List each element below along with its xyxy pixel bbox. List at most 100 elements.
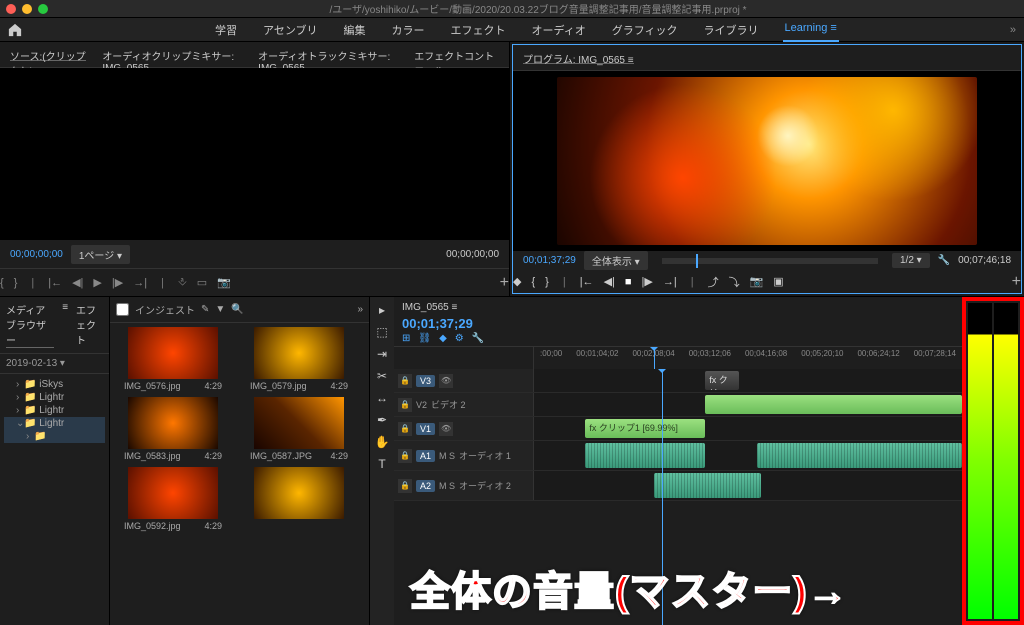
new-icon[interactable]: ✎: [201, 304, 209, 315]
settings-icon[interactable]: ⚙: [455, 333, 464, 344]
timeline-timecode[interactable]: 00;01;37;29: [402, 316, 954, 331]
hand-tool-icon[interactable]: ✋: [375, 435, 390, 449]
program-zoom-drop[interactable]: 1/2 ▾: [892, 253, 930, 268]
track-select-tool-icon[interactable]: ⬚: [376, 325, 387, 339]
add-button-icon[interactable]: +: [1012, 273, 1021, 291]
ws-learn[interactable]: 学習: [213, 18, 239, 42]
go-in-icon[interactable]: |←: [580, 276, 594, 288]
mark-out-icon[interactable]: }: [14, 277, 18, 289]
track-label[interactable]: A2: [416, 480, 435, 492]
ws-effects[interactable]: エフェクト: [449, 18, 508, 42]
ws-assembly[interactable]: アセンブリ: [261, 18, 319, 42]
lock-icon[interactable]: 🔒: [398, 374, 412, 388]
audio-clip[interactable]: [757, 443, 962, 468]
razor-tool-icon[interactable]: ✂: [377, 369, 387, 383]
clip[interactable]: fx クリップ2 [20%]: [705, 371, 739, 390]
go-in-icon[interactable]: |←: [48, 277, 62, 289]
type-tool-icon[interactable]: T: [378, 457, 385, 471]
selection-tool-icon[interactable]: ▸: [379, 303, 385, 317]
program-scrubber[interactable]: [662, 258, 878, 264]
compare-icon[interactable]: ▣: [773, 275, 783, 288]
eye-icon[interactable]: 👁: [439, 422, 453, 436]
step-fwd-icon[interactable]: |▶: [112, 276, 123, 289]
sequence-tab[interactable]: IMG_0565: [402, 302, 449, 313]
clip[interactable]: [705, 395, 962, 414]
folder-date[interactable]: 2019-02-13: [6, 358, 57, 369]
tab-audio-clip-mixer[interactable]: オーディオクリップミキサー: IMG_0565: [102, 48, 242, 61]
thumb-item[interactable]: IMG_0583.jpg4:29: [114, 397, 232, 463]
thumb-item[interactable]: IMG_0576.jpg4:29: [114, 327, 232, 393]
ws-learning[interactable]: Learning ≡: [783, 18, 839, 42]
mark-in-icon[interactable]: {: [0, 277, 4, 289]
track-label[interactable]: V3: [416, 375, 435, 387]
stop-icon[interactable]: ■: [625, 276, 632, 288]
mark-out-icon[interactable]: }: [545, 276, 549, 288]
step-fwd-icon[interactable]: |▶: [642, 275, 653, 288]
lift-icon[interactable]: ⤴: [708, 274, 719, 290]
tree-item[interactable]: ⌄📁 Lightr: [4, 417, 105, 430]
ws-audio[interactable]: オーディオ: [530, 18, 588, 42]
close-window[interactable]: [6, 4, 16, 14]
ripple-tool-icon[interactable]: ⇥: [377, 347, 387, 361]
thumb-item[interactable]: [240, 467, 358, 533]
export-frame-icon[interactable]: 📷: [217, 276, 231, 289]
tab-source[interactable]: ソース:(クリップなし): [10, 48, 86, 61]
link-icon[interactable]: ⛓: [418, 333, 431, 344]
thumb-item[interactable]: IMG_0587.JPG4:29: [240, 397, 358, 463]
overwrite-icon[interactable]: ▭: [197, 276, 207, 289]
ingest-checkbox[interactable]: [116, 303, 129, 316]
wrench-icon[interactable]: 🔧: [472, 333, 484, 344]
go-out-icon[interactable]: →|: [663, 276, 677, 288]
tab-effects[interactable]: エフェクト: [76, 302, 103, 348]
insert-icon[interactable]: ⎀: [178, 276, 187, 289]
thumb-item[interactable]: IMG_0592.jpg4:29: [114, 467, 232, 533]
go-out-icon[interactable]: →|: [133, 277, 147, 289]
minimize-window[interactable]: [22, 4, 32, 14]
step-back-icon[interactable]: ◀|: [604, 275, 615, 288]
playhead[interactable]: [654, 347, 655, 369]
lock-icon[interactable]: 🔒: [398, 479, 412, 493]
time-ruler[interactable]: :00;0000;01;04;0200;02;08;0400;03;12;060…: [534, 347, 962, 369]
step-back-icon[interactable]: ◀|: [72, 276, 83, 289]
play-icon[interactable]: ▶: [93, 276, 101, 289]
tab-media-browser[interactable]: メディアブラウザー: [6, 302, 54, 348]
lock-icon[interactable]: 🔒: [398, 449, 412, 463]
search-icon[interactable]: 🔍: [231, 304, 243, 315]
tree-item[interactable]: ›📁 iSkys: [4, 378, 105, 391]
program-fit-drop[interactable]: 全体表示 ▾: [584, 251, 648, 270]
filter-icon[interactable]: ▼: [215, 304, 225, 315]
tree-item[interactable]: ›📁 Lightr: [4, 391, 105, 404]
ws-color[interactable]: カラー: [390, 18, 427, 42]
tab-effect-controls[interactable]: エフェクトコントロール: [414, 48, 499, 61]
clip[interactable]: fx クリップ1 [69.99%]: [585, 419, 705, 438]
audio-clip[interactable]: [585, 443, 705, 468]
program-tab[interactable]: プログラム: IMG_0565 ≡: [523, 51, 634, 64]
source-page-drop[interactable]: 1ページ ▾: [71, 245, 130, 264]
ws-library[interactable]: ライブラリ: [702, 18, 761, 42]
workspace-overflow[interactable]: »: [1010, 24, 1016, 36]
lock-icon[interactable]: 🔒: [398, 398, 412, 412]
eye-icon[interactable]: 👁: [439, 374, 453, 388]
marker-icon[interactable]: ◆: [513, 275, 521, 288]
ws-graphics[interactable]: グラフィック: [610, 18, 680, 42]
audio-clip[interactable]: [654, 473, 761, 498]
track-label[interactable]: A1: [416, 450, 435, 462]
mark-in-icon[interactable]: {: [531, 276, 535, 288]
lock-icon[interactable]: 🔒: [398, 422, 412, 436]
track-label[interactable]: V2: [416, 400, 427, 410]
ws-edit[interactable]: 編集: [342, 18, 368, 42]
zoom-window[interactable]: [38, 4, 48, 14]
track-label[interactable]: V1: [416, 423, 435, 435]
add-button-icon[interactable]: +: [500, 274, 509, 292]
slip-tool-icon[interactable]: ↔: [376, 391, 388, 405]
thumb-item[interactable]: IMG_0579.jpg4:29: [240, 327, 358, 393]
marker-icon[interactable]: ◆: [439, 333, 447, 344]
export-frame-icon[interactable]: 📷: [750, 275, 764, 288]
extract-icon[interactable]: ⤵: [729, 274, 740, 290]
snap-icon[interactable]: ⊞: [402, 333, 410, 344]
menu-icon[interactable]: »: [357, 304, 363, 315]
tree-item[interactable]: ›📁 Lightr: [4, 404, 105, 417]
tree-item[interactable]: ›📁: [4, 430, 105, 443]
home-icon[interactable]: [8, 23, 22, 37]
wrench-icon[interactable]: 🔧: [938, 255, 950, 266]
